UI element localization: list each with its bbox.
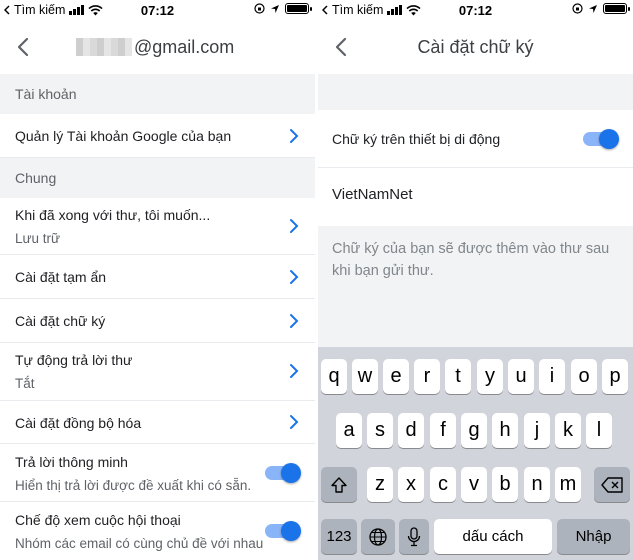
key-v[interactable]: v [461,467,487,502]
chevron-right-icon [290,129,299,143]
orientation-lock-icon [572,3,583,14]
key-b[interactable]: b [492,467,518,502]
item-label: Chế độ xem cuộc hội thoại [15,512,181,528]
chevron-left-icon [17,37,29,57]
hint-area: Chữ ký của bạn sẽ được thêm vào thư sau … [318,226,633,347]
item-label: Trả lời thông minh [15,454,128,470]
key-d[interactable]: d [398,413,424,448]
item-description: Nhóm các email có cùng chủ đề với nhau [15,536,264,551]
globe-icon [369,527,387,546]
item-value: Tắt [15,376,35,391]
dictation-key[interactable] [399,519,429,554]
key-z[interactable]: z [367,467,393,502]
settings-item-snooze[interactable]: Cài đặt tạm ẩn [0,255,315,299]
key-p[interactable]: p [602,359,628,394]
back-button[interactable] [12,34,34,60]
chevron-right-icon [290,270,299,284]
key-g[interactable]: g [461,413,487,448]
item-label: Tự động trả lời thư [15,352,133,368]
battery-icon [285,3,312,14]
key-s[interactable]: s [367,413,393,448]
shift-key[interactable] [321,467,357,502]
key-t[interactable]: t [445,359,471,394]
email-suffix: @gmail.com [134,37,235,57]
key-r[interactable]: r [414,359,440,394]
status-bar: Tìm kiếm 07:12 [318,0,633,22]
settings-item-manage-account[interactable]: Quản lý Tài khoản Google của bạn [0,114,315,158]
conversation-view-toggle[interactable] [265,521,301,541]
chevron-right-icon [290,314,299,328]
status-right-icons [254,3,312,14]
key-c[interactable]: c [430,467,456,502]
key-l[interactable]: l [586,413,612,448]
key-f[interactable]: f [430,413,456,448]
item-label: Quản lý Tài khoản Google của bạn [15,128,232,144]
smart-reply-toggle[interactable] [265,463,301,483]
item-value: Lưu trữ [15,231,61,246]
status-bar: Tìm kiếm 07:12 [0,0,315,22]
settings-item-after-done[interactable]: Khi đã xong với thư, tôi muốn... Lưu trữ [0,198,315,255]
key-h[interactable]: h [492,413,518,448]
settings-item-smart-reply: Trả lời thông minh Hiển thị trả lời được… [0,444,315,502]
key-k[interactable]: k [555,413,581,448]
battery-icon [603,3,630,14]
signature-hint: Chữ ký của bạn sẽ được thêm vào thư sau … [332,241,610,279]
key-m[interactable]: m [555,467,581,502]
settings-item-auto-reply[interactable]: Tự động trả lời thư Tắt [0,343,315,401]
item-label: Cài đặt chữ ký [15,313,106,329]
signature-input[interactable]: VietNamNet [318,168,633,226]
location-icon [589,4,597,13]
backspace-icon [601,476,623,493]
key-j[interactable]: j [524,413,550,448]
key-x[interactable]: x [398,467,424,502]
settings-item-signature[interactable]: Cài đặt chữ ký [0,299,315,343]
key-w[interactable]: w [352,359,378,394]
navigation-bar: Cài đặt chữ ký [318,22,633,74]
settings-item-sync[interactable]: Cài đặt đồng bộ hóa [0,401,315,444]
key-i[interactable]: i [539,359,565,394]
key-n[interactable]: n [524,467,550,502]
globe-key[interactable] [361,519,395,554]
key-u[interactable]: u [508,359,534,394]
section-header-general: Chung [0,158,315,198]
space-key[interactable]: dấu cách [434,519,552,554]
item-label: Cài đặt đồng bộ hóa [15,415,142,431]
blurred-username [76,38,132,56]
chevron-right-icon [290,219,299,233]
settings-item-conversation-view: Chế độ xem cuộc hội thoại Nhóm các email… [0,502,315,560]
signature-text: VietNamNet [332,186,413,203]
account-email: @gmail.com [76,37,234,58]
gmail-settings-screen: Tìm kiếm 07:12 @gmail.com Tài khoản Quản… [0,0,315,560]
key-q[interactable]: q [321,359,347,394]
return-key[interactable]: Nhập [557,519,630,554]
chevron-right-icon [290,415,299,429]
chevron-right-icon [290,364,299,378]
key-y[interactable]: y [477,359,503,394]
signature-settings-screen: Tìm kiếm 07:12 Cài đặt chữ ký Chữ ký trê… [318,0,633,560]
on-screen-keyboard: q w e r t y u i o p a s d f g h j k l z … [318,347,633,560]
status-right-icons [572,3,630,14]
orientation-lock-icon [254,3,265,14]
shift-icon [331,476,347,493]
backspace-key[interactable] [594,467,630,502]
microphone-icon [407,526,421,546]
top-spacer [318,74,633,110]
key-e[interactable]: e [383,359,409,394]
item-description: Hiển thị trả lời được đề xuất khi có sẵn… [15,478,252,493]
mobile-signature-label: Chữ ký trên thiết bị di động [332,131,501,147]
mobile-signature-toggle[interactable] [583,129,619,149]
numbers-key[interactable]: 123 [321,519,357,554]
navigation-bar: @gmail.com [0,22,315,74]
key-o[interactable]: o [571,359,597,394]
item-label: Khi đã xong với thư, tôi muốn... [15,207,211,223]
location-icon [271,4,279,13]
section-header-account: Tài khoản [0,74,315,114]
item-label: Cài đặt tạm ẩn [15,269,107,285]
page-title: Cài đặt chữ ký [417,37,534,57]
key-a[interactable]: a [336,413,362,448]
mobile-signature-row: Chữ ký trên thiết bị di động [318,110,633,168]
